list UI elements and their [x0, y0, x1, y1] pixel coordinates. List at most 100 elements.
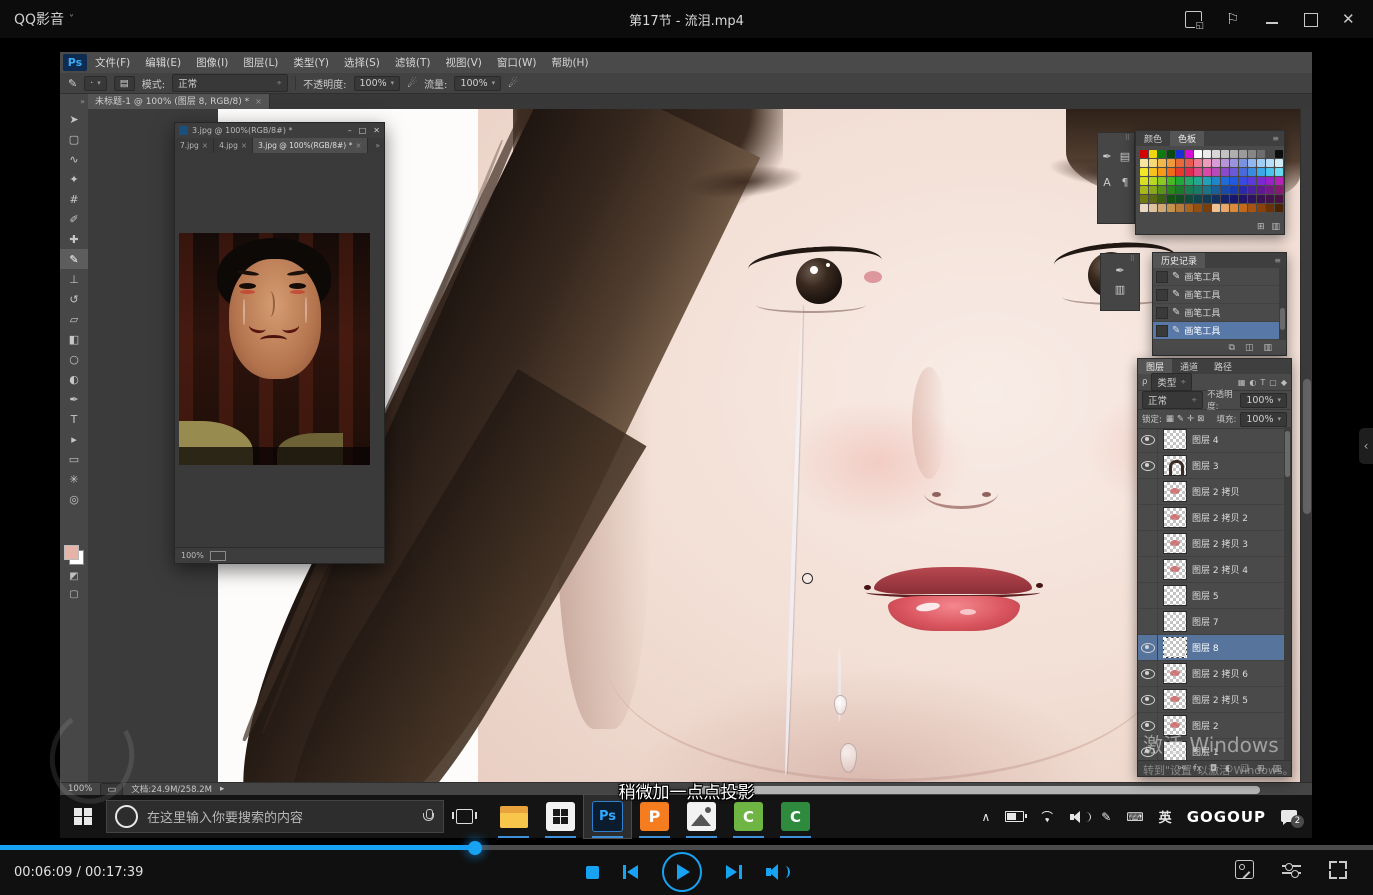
progress-bar[interactable]	[0, 845, 1373, 850]
ps-menu-item: 选择(S)	[344, 55, 380, 70]
swatches-panel: 颜色 色板 ≡ ⊞▥	[1135, 130, 1285, 235]
filter-icon: T	[1260, 378, 1265, 387]
ps-document-tabbar: 未标题-1 @ 100% (图层 8, RGB/8) *×	[60, 94, 1312, 109]
history-footer-icon: ▥	[1263, 343, 1272, 353]
tool-button: ○	[60, 349, 88, 369]
volume-icon	[1070, 811, 1086, 823]
tool-icon: T	[71, 413, 78, 426]
play-button[interactable]	[662, 852, 702, 892]
color-swatch	[1230, 186, 1238, 194]
tool-icon: ◧	[69, 333, 79, 346]
layer-row: 图层 2 拷贝 6	[1138, 661, 1284, 687]
tool-button: #	[60, 189, 88, 209]
filter-type-select: 类型÷	[1151, 373, 1192, 391]
previous-button[interactable]	[623, 865, 639, 879]
color-swatch	[1230, 150, 1238, 158]
next-button[interactable]	[726, 865, 742, 879]
mode-label: 模式:	[142, 76, 165, 91]
layer-row: 图层 2	[1138, 713, 1284, 739]
app-main-menu[interactable]: QQ影音 ˅	[14, 9, 74, 29]
playlist-toggle[interactable]: ‹	[1359, 428, 1373, 464]
history-source-checkbox	[1156, 271, 1168, 283]
ps-menu-item: 滤镜(T)	[395, 55, 431, 70]
eye-icon	[1141, 461, 1155, 471]
brush-tool-icon: ✎	[1172, 307, 1180, 318]
color-swatch	[1275, 177, 1283, 185]
brush-tool-icon: ✎	[1172, 271, 1180, 282]
tool-button: ➤	[60, 109, 88, 129]
color-swatch	[1176, 168, 1184, 176]
color-swatch	[1158, 177, 1166, 185]
tool-button: T	[60, 409, 88, 429]
scrollbar-thumb	[1303, 379, 1311, 514]
layer-thumbnail	[1163, 429, 1187, 450]
layer-thumbnail	[1163, 741, 1187, 760]
filter-icon: ▢	[1269, 378, 1277, 387]
color-swatch	[1203, 177, 1211, 185]
layer-name: 图层 2 拷贝 3	[1192, 537, 1248, 550]
color-swatch	[1239, 150, 1247, 158]
video-subtitle: 稍微加一点点投影	[619, 778, 755, 803]
progress-knob[interactable]	[468, 841, 482, 855]
maximize-button[interactable]	[1304, 13, 1318, 27]
color-swatch	[1158, 186, 1166, 194]
color-swatch	[1176, 186, 1184, 194]
layer-thumbnail	[1163, 455, 1187, 476]
color-swatch	[1221, 186, 1229, 194]
brand-watermark: GOGOUP	[1187, 808, 1266, 826]
color-swatch	[1248, 186, 1256, 194]
layer-opacity-label: 不透明度:	[1207, 388, 1236, 412]
tool-icon: ➤	[69, 113, 78, 126]
ps-menu-item: 编辑(E)	[145, 55, 181, 70]
layer-row: 图层 7	[1138, 609, 1284, 635]
close-button[interactable]: ✕	[1342, 12, 1357, 27]
color-swatch	[1185, 177, 1193, 185]
history-source-checkbox	[1156, 307, 1168, 319]
pin-on-top-icon[interactable]: ⚐	[1226, 12, 1241, 27]
video-surface[interactable]: Ps 文件(F)编辑(E)图像(I)图层(L)类型(Y)选择(S)滤镜(T)视图…	[60, 52, 1312, 838]
mini-mode-icon[interactable]	[1185, 11, 1202, 28]
tab-history: 历史记录	[1153, 253, 1205, 268]
history-footer-icon: ⧉	[1229, 343, 1235, 353]
color-swatch	[1185, 168, 1193, 176]
tool-button: ▢	[60, 129, 88, 149]
layer-thumbnail	[1163, 585, 1187, 606]
stop-button[interactable]	[586, 866, 599, 879]
tool-icon: ◎	[69, 493, 79, 506]
color-swatch	[1212, 177, 1220, 185]
panel-icon: ▥	[1115, 283, 1125, 296]
layers-footer-icon: ❏	[1241, 764, 1249, 774]
toolbox-icon[interactable]	[1235, 860, 1254, 879]
ps-menu-item: 类型(Y)	[293, 55, 329, 70]
panel-footer-icon: ▥	[1271, 222, 1280, 232]
panel-icon: ▤	[1116, 143, 1134, 169]
collapsed-panel-dock: ⠿ ✒▤A¶	[1097, 132, 1135, 224]
history-step-label: 画笔工具	[1184, 324, 1220, 337]
fullscreen-icon[interactable]	[1329, 861, 1347, 879]
color-swatch	[1167, 177, 1175, 185]
tool-icon: ✳	[69, 473, 78, 486]
panel-menu-icon: ≡	[1267, 131, 1284, 146]
layer-row: 图层 2 拷贝 4	[1138, 557, 1284, 583]
volume-button[interactable]	[766, 864, 788, 880]
photoshop-logo: Ps	[63, 54, 87, 71]
color-swatch	[1230, 159, 1238, 167]
layer-name: 图层 4	[1192, 433, 1219, 446]
layers-panel: 图层通道路径 ρ 类型÷ ▦◐T▢◆ 正常÷ 不透明度: 100%▾ 锁定: ▦…	[1137, 358, 1292, 777]
player-control-bar: 00:06:09 / 00:17:39	[0, 845, 1373, 895]
keyboard-icon: ⌨	[1126, 810, 1143, 824]
panel-icon: ¶	[1116, 169, 1134, 195]
color-swatch	[1185, 159, 1193, 167]
minimize-button[interactable]	[1265, 12, 1280, 27]
color-swatch	[1140, 159, 1148, 167]
color-swatch	[1239, 186, 1247, 194]
ps-menu-item: 视图(V)	[445, 55, 481, 70]
settings-sliders-icon[interactable]	[1282, 862, 1301, 877]
color-swatch	[1176, 159, 1184, 167]
color-swatch	[1257, 204, 1265, 212]
color-swatch	[1194, 204, 1202, 212]
layer-thumbnail	[1163, 689, 1187, 710]
color-swatch	[1248, 204, 1256, 212]
eye-icon	[1141, 669, 1155, 679]
photoshop-icon: Ps	[592, 801, 623, 832]
